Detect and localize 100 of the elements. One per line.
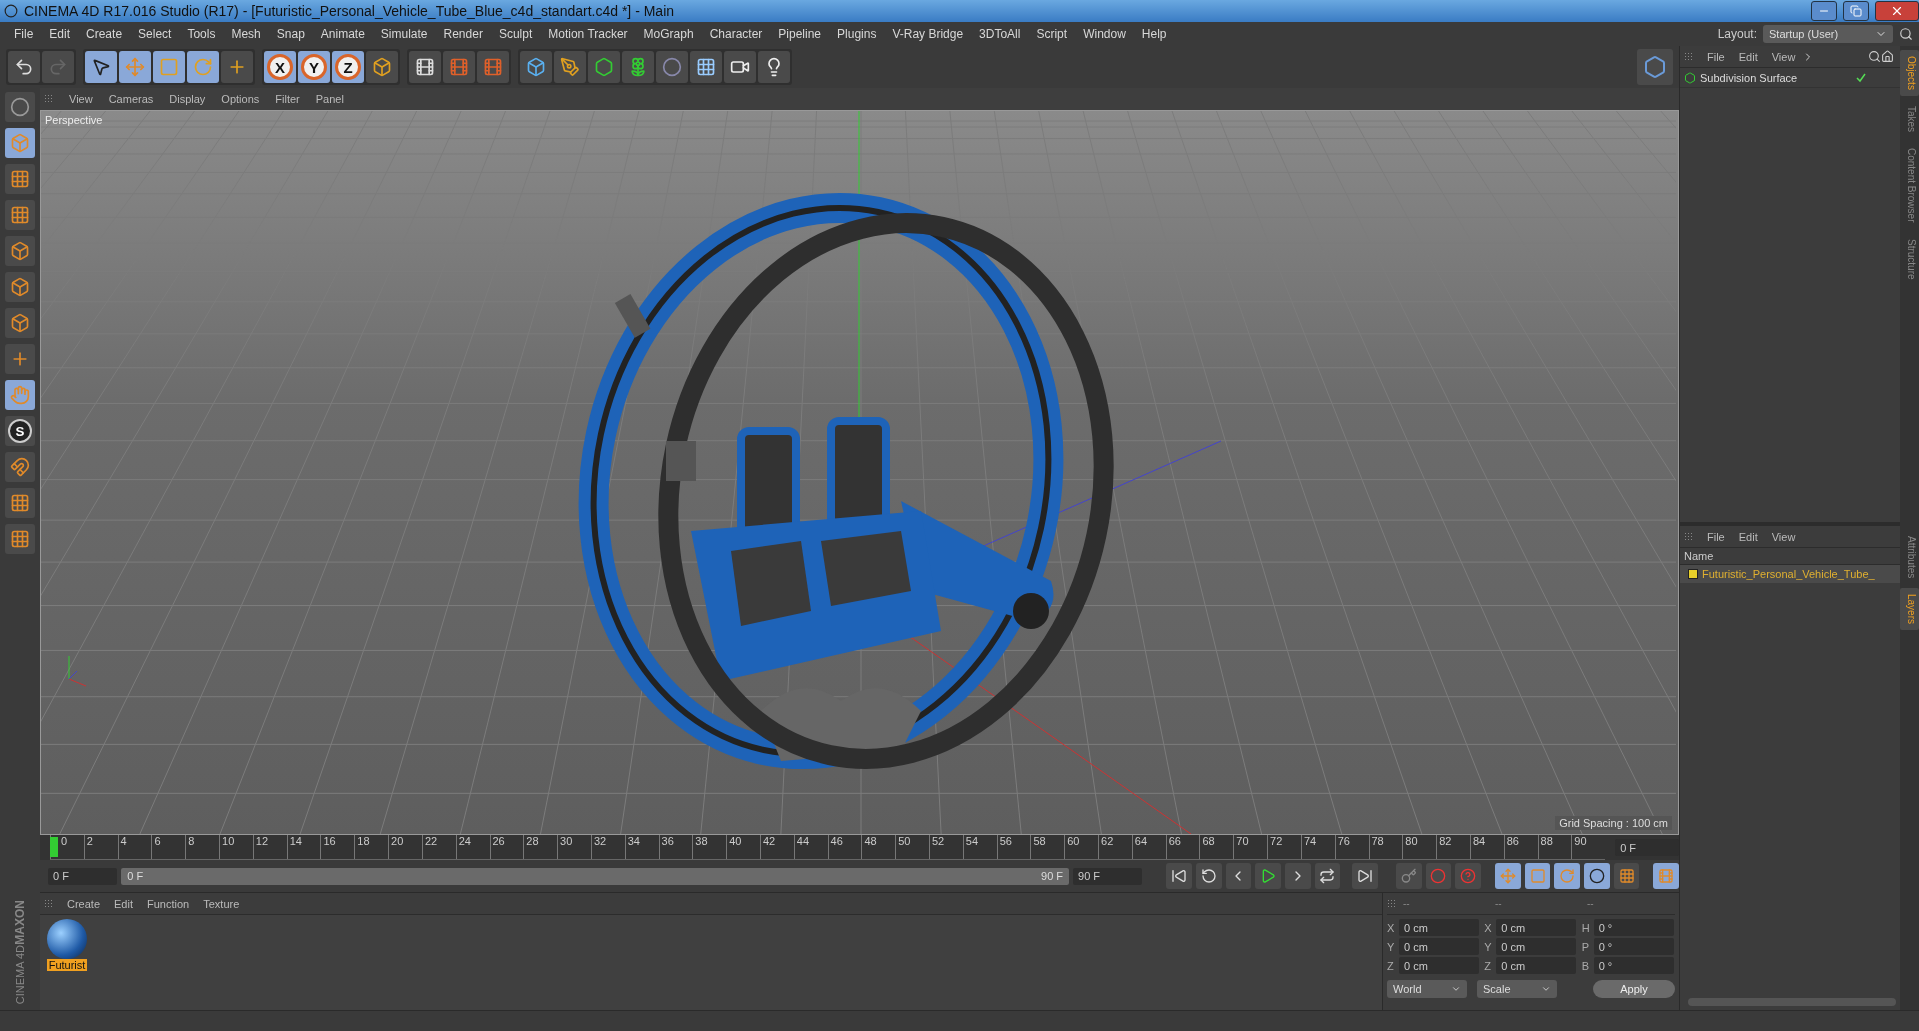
timeline-button[interactable]	[1653, 863, 1680, 889]
undo-button[interactable]	[8, 51, 40, 83]
menu-item[interactable]: Help	[1133, 27, 1175, 41]
subdivision-button[interactable]	[588, 51, 620, 83]
restore-button[interactable]	[1843, 1, 1869, 21]
layer-menu-item[interactable]: File	[1700, 530, 1732, 543]
layer-menu-item[interactable]: Edit	[1731, 530, 1765, 543]
scrollbar[interactable]	[1688, 998, 1896, 1006]
material-preview[interactable]	[47, 919, 87, 959]
viewport-menu-item[interactable]: Display	[162, 93, 213, 105]
menu-item[interactable]: Create	[78, 27, 131, 41]
viewport-menu-item[interactable]: Options	[214, 93, 267, 105]
side-tab[interactable]: Content Browser	[1900, 142, 1919, 229]
light-button[interactable]	[758, 51, 790, 83]
side-tab[interactable]: Layers	[1900, 588, 1919, 631]
material-menu-item[interactable]: Function	[140, 897, 197, 910]
parameter-key-button[interactable]	[1584, 863, 1610, 889]
viewport-menu-item[interactable]: Cameras	[101, 93, 161, 105]
keyframe-selection-button[interactable]	[1455, 863, 1481, 889]
coordinate-field[interactable]: 0 cm	[1399, 919, 1479, 936]
select-tool-button[interactable]	[85, 51, 117, 83]
scale-key-button[interactable]	[1524, 863, 1551, 889]
play-button[interactable]	[1255, 863, 1281, 889]
transform-tool-button[interactable]	[221, 51, 253, 83]
auto-key-button[interactable]	[1425, 863, 1452, 889]
magnet-button[interactable]	[5, 452, 35, 482]
menu-item[interactable]: MoGraph	[635, 27, 702, 41]
object-menu-item[interactable]: View	[1764, 50, 1803, 63]
menu-item[interactable]: Sculpt	[490, 27, 541, 41]
side-tab[interactable]: Takes	[1900, 99, 1919, 139]
object-menu-item[interactable]: Edit	[1731, 50, 1765, 63]
side-tab[interactable]: Objects	[1900, 50, 1919, 96]
axis-mode-button[interactable]	[5, 344, 35, 374]
side-tab[interactable]: Structure	[1900, 232, 1919, 286]
layer-menu-item[interactable]: View	[1764, 530, 1803, 543]
render-view-button[interactable]	[409, 51, 441, 83]
axis-lock-button[interactable]: Z	[332, 51, 364, 83]
frame-range-slider[interactable]: 0 F 90 F	[121, 867, 1070, 885]
menu-item[interactable]: Snap	[268, 27, 313, 41]
coordinate-field[interactable]: 0 cm	[1399, 957, 1479, 974]
point-level-button[interactable]	[1613, 863, 1640, 889]
python-button[interactable]	[1637, 49, 1673, 85]
camera-button[interactable]	[724, 51, 756, 83]
polygons-mode-button[interactable]	[5, 308, 35, 338]
menu-item[interactable]: Pipeline	[770, 27, 830, 41]
edges-mode-button[interactable]	[5, 272, 35, 302]
axis-lock-button[interactable]: X	[264, 51, 296, 83]
workplane-button[interactable]	[5, 200, 35, 230]
menu-item[interactable]: Plugins	[829, 27, 885, 41]
start-frame-field[interactable]: 0 F	[48, 867, 118, 885]
viewport-menu-item[interactable]: View	[62, 93, 100, 105]
object-menu-item[interactable]: File	[1700, 50, 1732, 63]
floor-button[interactable]	[690, 51, 722, 83]
snap-button[interactable]: S	[5, 416, 35, 446]
coordinate-field[interactable]: 0 cm	[1399, 938, 1479, 955]
material-name[interactable]: Futurist	[46, 959, 88, 971]
menu-item[interactable]: Edit	[41, 27, 79, 41]
menu-item[interactable]: Render	[435, 27, 491, 41]
record-keys-button[interactable]	[1396, 863, 1422, 889]
coordinate-field[interactable]: 0 °	[1593, 957, 1674, 974]
go-to-start-button[interactable]	[1166, 863, 1192, 889]
array-button[interactable]	[622, 51, 654, 83]
end-frame-field[interactable]: 90 F	[1073, 867, 1143, 885]
current-frame-field[interactable]: 0 F	[1615, 839, 1679, 856]
coordinate-field[interactable]: 0 cm	[1496, 938, 1577, 955]
coordinate-system-button[interactable]	[366, 51, 398, 83]
mode-dropdown[interactable]: Scale	[1477, 980, 1557, 998]
viewport-menu-item[interactable]: Filter	[268, 93, 307, 105]
material-menu-item[interactable]: Texture	[196, 897, 247, 910]
previous-key-button[interactable]	[1195, 863, 1222, 889]
menu-item[interactable]: Character	[701, 27, 771, 41]
side-tab[interactable]: Attributes	[1900, 530, 1919, 585]
viewport-menu-item[interactable]: Panel	[308, 93, 351, 105]
cube-button[interactable]	[520, 51, 552, 83]
material-menu-item[interactable]: Create	[60, 897, 108, 910]
close-button[interactable]	[1875, 1, 1919, 21]
coordinate-field[interactable]: 0 °	[1593, 919, 1674, 936]
menu-item[interactable]: V-Ray Bridge	[884, 27, 972, 41]
snap-workplane-button[interactable]	[5, 524, 35, 554]
pen-button[interactable]	[554, 51, 586, 83]
enabled-check-icon[interactable]	[1856, 72, 1866, 83]
mode-dropdown[interactable]: World	[1387, 980, 1467, 998]
layer-row[interactable]: Futuristic_Personal_Vehicle_Tube_	[1680, 565, 1900, 583]
lock-workplane-button[interactable]	[5, 488, 35, 518]
layout-dropdown[interactable]: Startup (User)	[1763, 25, 1893, 43]
menu-item[interactable]: Animate	[312, 27, 373, 41]
menu-item[interactable]: 3DToAll	[971, 27, 1029, 41]
menu-item[interactable]: Mesh	[223, 27, 269, 41]
next-key-button[interactable]	[1314, 863, 1341, 889]
menu-item[interactable]: Simulate	[372, 27, 436, 41]
menu-item[interactable]: Tools	[179, 27, 224, 41]
menu-item[interactable]: Motion Tracker	[540, 27, 636, 41]
material-menu-item[interactable]: Edit	[107, 897, 140, 910]
coordinate-field[interactable]: 0 cm	[1496, 919, 1577, 936]
model-mode-button[interactable]	[5, 92, 35, 122]
texture-mode-button[interactable]	[5, 164, 35, 194]
axis-lock-button[interactable]: Y	[298, 51, 330, 83]
coordinate-field[interactable]: 0 °	[1593, 938, 1674, 955]
menu-item[interactable]: Script	[1028, 27, 1076, 41]
viewport[interactable]: Perspective Grid Spacing : 100 cm	[40, 110, 1679, 835]
